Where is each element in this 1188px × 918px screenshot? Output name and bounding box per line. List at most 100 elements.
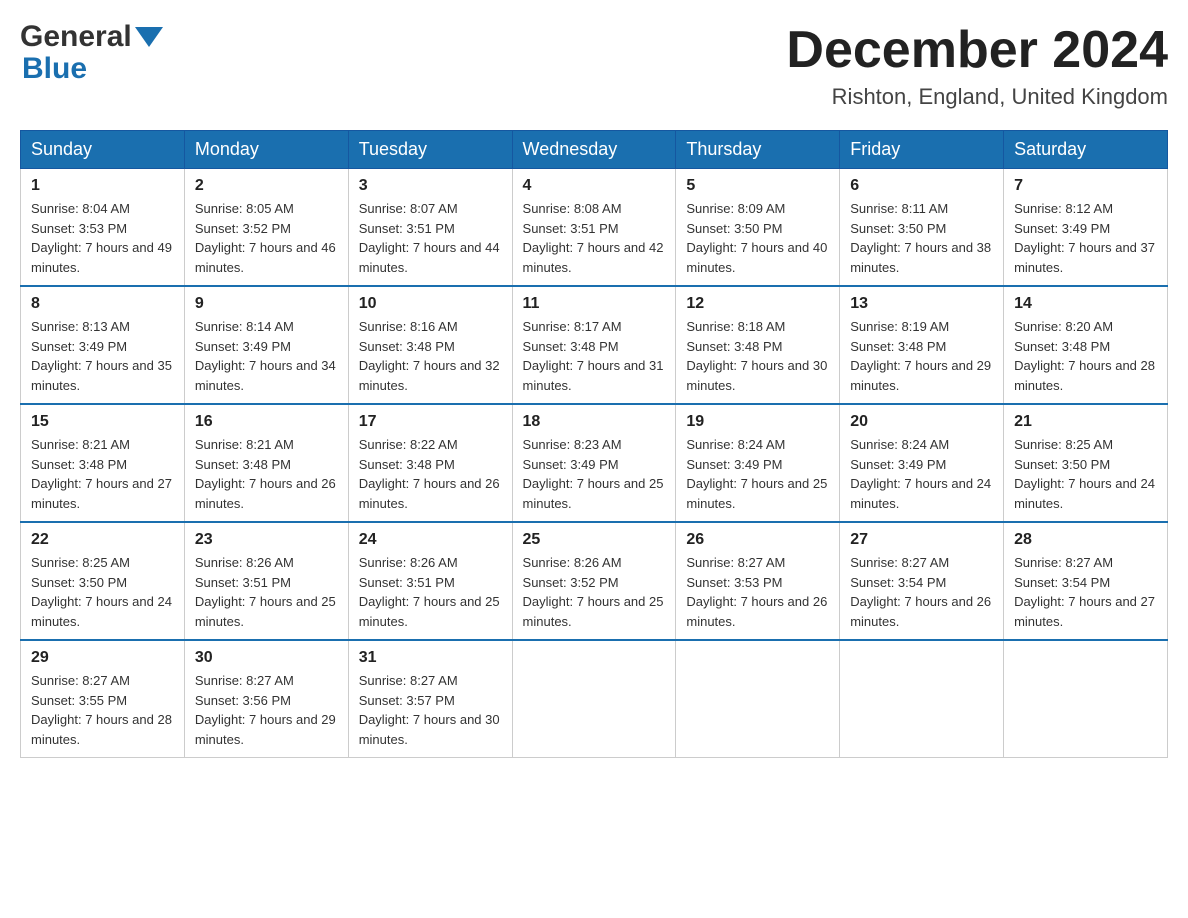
day-number: 30 xyxy=(195,649,338,667)
day-info: Sunrise: 8:27 AMSunset: 3:54 PMDaylight:… xyxy=(1014,553,1157,631)
day-info: Sunrise: 8:27 AMSunset: 3:54 PMDaylight:… xyxy=(850,553,993,631)
day-number: 11 xyxy=(523,295,666,313)
logo-top-row: General xyxy=(20,20,166,54)
day-number: 14 xyxy=(1014,295,1157,313)
calendar-cell: 15 Sunrise: 8:21 AMSunset: 3:48 PMDayligh… xyxy=(21,404,185,522)
day-number: 15 xyxy=(31,413,174,431)
calendar-cell: 18 Sunrise: 8:23 AMSunset: 3:49 PMDayligh… xyxy=(512,404,676,522)
day-info: Sunrise: 8:23 AMSunset: 3:49 PMDaylight:… xyxy=(523,435,666,513)
day-info: Sunrise: 8:26 AMSunset: 3:52 PMDaylight:… xyxy=(523,553,666,631)
day-number: 23 xyxy=(195,531,338,549)
day-info: Sunrise: 8:25 AMSunset: 3:50 PMDaylight:… xyxy=(1014,435,1157,513)
day-number: 26 xyxy=(686,531,829,549)
logo-chevron-icon xyxy=(135,27,163,47)
calendar-cell: 6Sunrise: 8:11 AMSunset: 3:50 PMDaylight… xyxy=(840,169,1004,287)
calendar-cell: 8 Sunrise: 8:13 AMSunset: 3:49 PMDaylight… xyxy=(21,286,185,404)
day-info: Sunrise: 8:08 AMSunset: 3:51 PMDaylight:… xyxy=(523,199,666,277)
day-info: Sunrise: 8:25 AMSunset: 3:50 PMDaylight:… xyxy=(31,553,174,631)
calendar-week-row: 1 Sunrise: 8:04 AMSunset: 3:53 PMDaylight… xyxy=(21,169,1168,287)
day-number: 27 xyxy=(850,531,993,549)
day-number: 13 xyxy=(850,295,993,313)
logo-general-word: General xyxy=(20,20,132,54)
calendar-cell: 3Sunrise: 8:07 AMSunset: 3:51 PMDaylight… xyxy=(348,169,512,287)
month-year-title: December 2024 xyxy=(786,20,1168,80)
day-info: Sunrise: 8:19 AMSunset: 3:48 PMDaylight:… xyxy=(850,317,993,395)
calendar-cell: 12Sunrise: 8:18 AMSunset: 3:48 PMDayligh… xyxy=(676,286,840,404)
day-info: Sunrise: 8:21 AMSunset: 3:48 PMDaylight:… xyxy=(31,435,174,513)
day-number: 1 xyxy=(31,177,174,195)
day-of-week-header: Saturday xyxy=(1004,131,1168,169)
calendar-cell: 7Sunrise: 8:12 AMSunset: 3:49 PMDaylight… xyxy=(1004,169,1168,287)
calendar-cell: 28 Sunrise: 8:27 AMSunset: 3:54 PMDayligh… xyxy=(1004,522,1168,640)
page-header: General Blue December 2024 Rishton, Engl… xyxy=(20,20,1168,110)
calendar-cell xyxy=(512,640,676,758)
day-number: 24 xyxy=(359,531,502,549)
day-info: Sunrise: 8:14 AMSunset: 3:49 PMDaylight:… xyxy=(195,317,338,395)
calendar-cell: 16 Sunrise: 8:21 AMSunset: 3:48 PMDayligh… xyxy=(184,404,348,522)
day-info: Sunrise: 8:27 AMSunset: 3:53 PMDaylight:… xyxy=(686,553,829,631)
location-subtitle: Rishton, England, United Kingdom xyxy=(786,84,1168,110)
day-number: 4 xyxy=(523,177,666,195)
day-number: 22 xyxy=(31,531,174,549)
day-number: 20 xyxy=(850,413,993,431)
day-number: 10 xyxy=(359,295,502,313)
day-number: 17 xyxy=(359,413,502,431)
calendar-cell: 20Sunrise: 8:24 AMSunset: 3:49 PMDayligh… xyxy=(840,404,1004,522)
calendar-cell: 26 Sunrise: 8:27 AMSunset: 3:53 PMDayligh… xyxy=(676,522,840,640)
day-info: Sunrise: 8:27 AMSunset: 3:55 PMDaylight:… xyxy=(31,671,174,749)
calendar-cell: 27 Sunrise: 8:27 AMSunset: 3:54 PMDayligh… xyxy=(840,522,1004,640)
day-number: 9 xyxy=(195,295,338,313)
calendar-cell: 21 Sunrise: 8:25 AMSunset: 3:50 PMDayligh… xyxy=(1004,404,1168,522)
day-info: Sunrise: 8:07 AMSunset: 3:51 PMDaylight:… xyxy=(359,199,502,277)
calendar-week-row: 15 Sunrise: 8:21 AMSunset: 3:48 PMDayligh… xyxy=(21,404,1168,522)
calendar-table: SundayMondayTuesdayWednesdayThursdayFrid… xyxy=(20,130,1168,758)
day-info: Sunrise: 8:18 AMSunset: 3:48 PMDaylight:… xyxy=(686,317,829,395)
day-number: 25 xyxy=(523,531,666,549)
calendar-cell xyxy=(1004,640,1168,758)
day-number: 8 xyxy=(31,295,174,313)
calendar-cell: 31 Sunrise: 8:27 AMSunset: 3:57 PMDayligh… xyxy=(348,640,512,758)
day-number: 31 xyxy=(359,649,502,667)
calendar-week-row: 8 Sunrise: 8:13 AMSunset: 3:49 PMDaylight… xyxy=(21,286,1168,404)
day-info: Sunrise: 8:21 AMSunset: 3:48 PMDaylight:… xyxy=(195,435,338,513)
day-of-week-header: Wednesday xyxy=(512,131,676,169)
calendar-cell: 17 Sunrise: 8:22 AMSunset: 3:48 PMDayligh… xyxy=(348,404,512,522)
calendar-cell: 23 Sunrise: 8:26 AMSunset: 3:51 PMDayligh… xyxy=(184,522,348,640)
day-of-week-header: Friday xyxy=(840,131,1004,169)
title-section: December 2024 Rishton, England, United K… xyxy=(786,20,1168,110)
day-info: Sunrise: 8:22 AMSunset: 3:48 PMDaylight:… xyxy=(359,435,502,513)
day-number: 28 xyxy=(1014,531,1157,549)
day-number: 16 xyxy=(195,413,338,431)
calendar-cell: 30 Sunrise: 8:27 AMSunset: 3:56 PMDayligh… xyxy=(184,640,348,758)
calendar-cell: 25 Sunrise: 8:26 AMSunset: 3:52 PMDayligh… xyxy=(512,522,676,640)
calendar-header-row: SundayMondayTuesdayWednesdayThursdayFrid… xyxy=(21,131,1168,169)
day-info: Sunrise: 8:26 AMSunset: 3:51 PMDaylight:… xyxy=(359,553,502,631)
day-number: 29 xyxy=(31,649,174,667)
day-info: Sunrise: 8:13 AMSunset: 3:49 PMDaylight:… xyxy=(31,317,174,395)
day-of-week-header: Sunday xyxy=(21,131,185,169)
day-info: Sunrise: 8:05 AMSunset: 3:52 PMDaylight:… xyxy=(195,199,338,277)
day-number: 5 xyxy=(686,177,829,195)
day-of-week-header: Monday xyxy=(184,131,348,169)
day-info: Sunrise: 8:27 AMSunset: 3:56 PMDaylight:… xyxy=(195,671,338,749)
calendar-cell xyxy=(840,640,1004,758)
calendar-cell: 19Sunrise: 8:24 AMSunset: 3:49 PMDayligh… xyxy=(676,404,840,522)
day-info: Sunrise: 8:16 AMSunset: 3:48 PMDaylight:… xyxy=(359,317,502,395)
day-info: Sunrise: 8:20 AMSunset: 3:48 PMDaylight:… xyxy=(1014,317,1157,395)
day-number: 2 xyxy=(195,177,338,195)
day-of-week-header: Thursday xyxy=(676,131,840,169)
day-info: Sunrise: 8:26 AMSunset: 3:51 PMDaylight:… xyxy=(195,553,338,631)
calendar-cell: 1 Sunrise: 8:04 AMSunset: 3:53 PMDaylight… xyxy=(21,169,185,287)
day-info: Sunrise: 8:04 AMSunset: 3:53 PMDaylight:… xyxy=(31,199,174,277)
calendar-cell: 11Sunrise: 8:17 AMSunset: 3:48 PMDayligh… xyxy=(512,286,676,404)
calendar-cell: 14 Sunrise: 8:20 AMSunset: 3:48 PMDayligh… xyxy=(1004,286,1168,404)
calendar-cell: 5 Sunrise: 8:09 AMSunset: 3:50 PMDaylight… xyxy=(676,169,840,287)
calendar-cell: 4 Sunrise: 8:08 AMSunset: 3:51 PMDaylight… xyxy=(512,169,676,287)
day-info: Sunrise: 8:27 AMSunset: 3:57 PMDaylight:… xyxy=(359,671,502,749)
day-number: 18 xyxy=(523,413,666,431)
day-info: Sunrise: 8:09 AMSunset: 3:50 PMDaylight:… xyxy=(686,199,829,277)
calendar-cell: 24 Sunrise: 8:26 AMSunset: 3:51 PMDayligh… xyxy=(348,522,512,640)
calendar-cell: 2 Sunrise: 8:05 AMSunset: 3:52 PMDaylight… xyxy=(184,169,348,287)
logo: General Blue xyxy=(20,20,166,86)
day-number: 21 xyxy=(1014,413,1157,431)
